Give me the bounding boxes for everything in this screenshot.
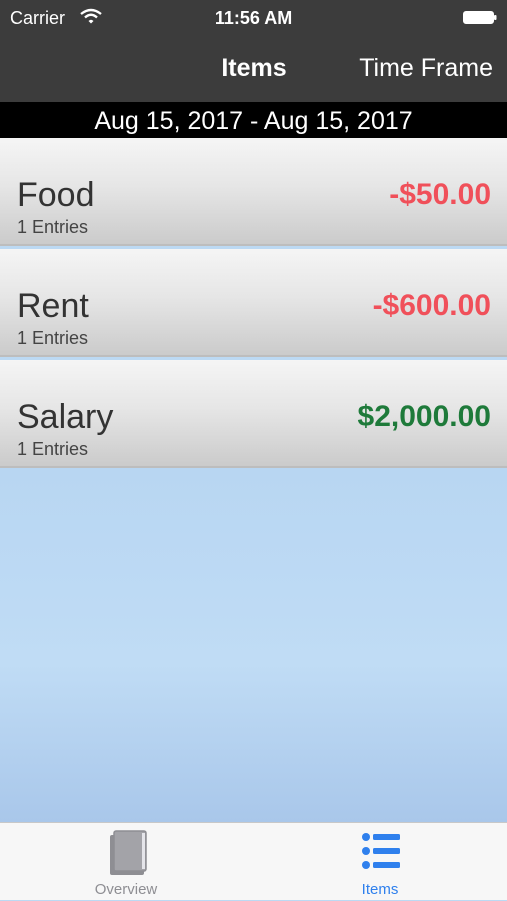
book-icon xyxy=(110,830,147,875)
tab-label: Items xyxy=(361,881,399,898)
page-title: Items xyxy=(221,54,287,82)
list-item-food[interactable]: Food 1 Entries -$50.00 xyxy=(0,138,507,246)
tab-overview[interactable]: Overview xyxy=(56,823,196,901)
list-empty-area xyxy=(0,468,507,822)
status-bar: Carrier 11:56 AM xyxy=(0,0,507,36)
list-item-salary[interactable]: Salary 1 Entries $2,000.00 xyxy=(0,360,507,468)
item-entries: 1 Entries xyxy=(17,439,89,459)
battery-icon xyxy=(463,11,497,24)
tab-items[interactable]: Items xyxy=(310,823,450,901)
item-name: Food xyxy=(17,176,95,214)
date-range-label: Aug 15, 2017 - Aug 15, 2017 xyxy=(0,102,507,138)
item-amount: -$50.00 xyxy=(389,178,491,211)
tab-bar: Overview Items xyxy=(0,822,507,900)
tab-label: Overview xyxy=(94,881,158,898)
item-name: Rent xyxy=(17,287,89,325)
list-item-rent[interactable]: Rent 1 Entries -$600.00 xyxy=(0,249,507,357)
time-frame-button[interactable]: Time Frame xyxy=(359,54,493,83)
item-entries: 1 Entries xyxy=(17,328,89,348)
item-amount: -$600.00 xyxy=(372,289,491,322)
status-time: 11:56 AM xyxy=(214,8,293,28)
list-icon xyxy=(362,833,400,869)
item-name: Salary xyxy=(17,398,114,436)
item-entries: 1 Entries xyxy=(17,217,89,237)
items-list: Food 1 Entries -$50.00 Rent 1 Entries -$… xyxy=(0,138,507,468)
navigation-bar: Items Time Frame xyxy=(0,36,507,102)
item-amount: $2,000.00 xyxy=(357,400,491,433)
